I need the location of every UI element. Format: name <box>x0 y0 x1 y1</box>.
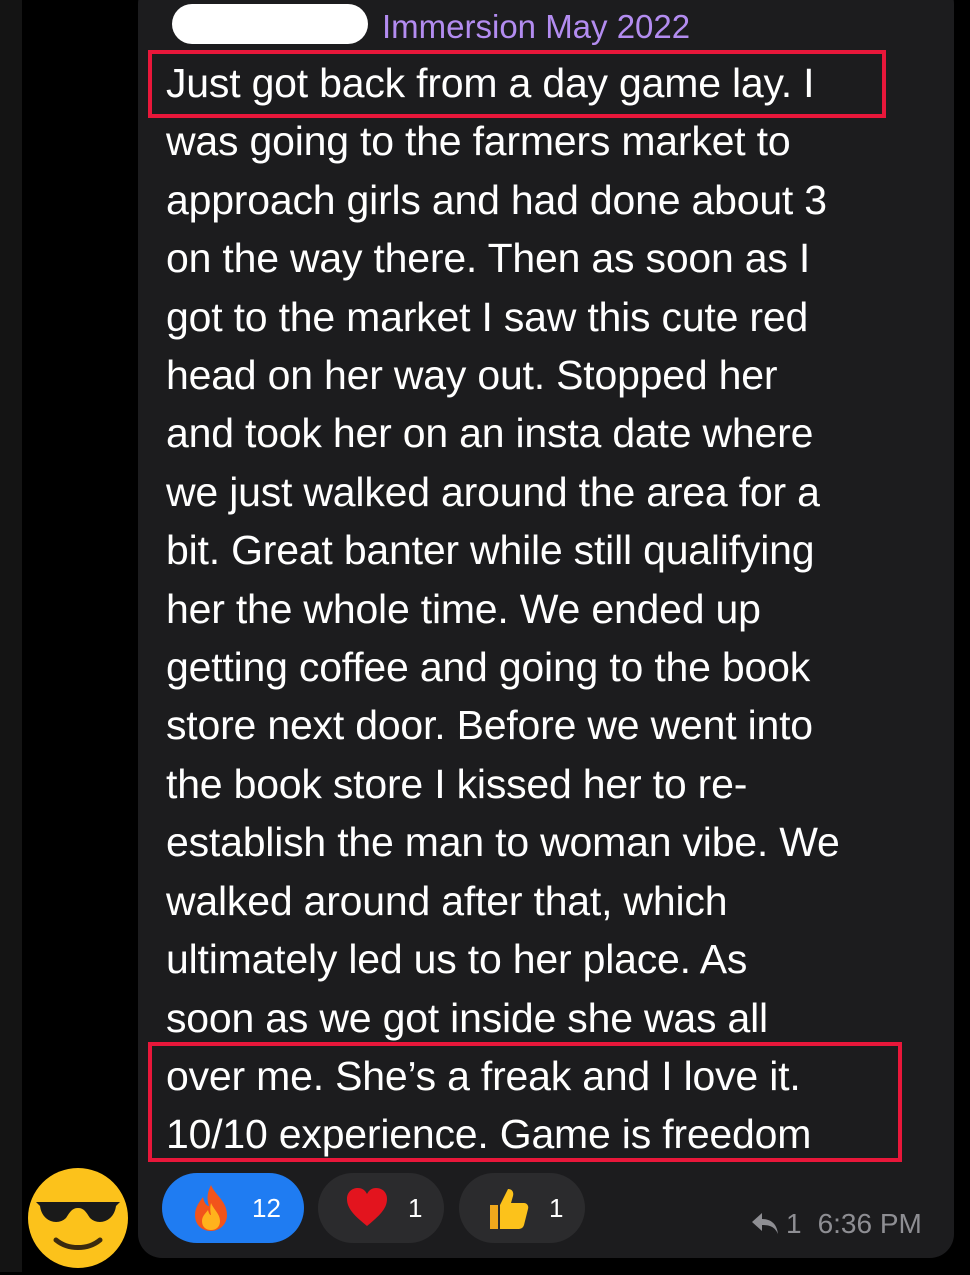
message-line: soon as we got inside she was all <box>166 994 768 1041</box>
message-line: was going to the farmers market to <box>166 118 791 165</box>
highlight-box-bottom <box>148 1042 902 1162</box>
left-gutter <box>0 0 22 1272</box>
group-name-label[interactable]: Immersion May 2022 <box>382 8 690 46</box>
fire-icon <box>186 1183 236 1233</box>
redacted-sender-name <box>172 4 368 44</box>
message-line: the book store I kissed her to re- <box>166 760 748 807</box>
heart-icon <box>342 1183 392 1233</box>
message-line: approach girls and had done about 3 <box>166 176 827 223</box>
message-text: Just got back from a day game lay. I was… <box>166 54 956 1164</box>
message-line: got to the market I saw this cute red <box>166 293 809 340</box>
reaction-count: 1 <box>408 1192 423 1223</box>
message-line: we just walked around the area for a <box>166 468 820 515</box>
message-line: ultimately led us to her place. As <box>166 936 748 983</box>
message-line: bit. Great banter while still qualifying <box>166 527 815 574</box>
message-line: store next door. Before we went into <box>166 702 813 749</box>
message-line: walked around after that, which <box>166 877 728 924</box>
reply-icon[interactable] <box>750 1211 780 1237</box>
reaction-fire[interactable]: 12 <box>162 1173 304 1243</box>
reaction-heart[interactable]: 1 <box>318 1173 444 1243</box>
thumbs-up-icon <box>483 1183 533 1233</box>
timestamp: 6:36 PM <box>817 1208 922 1239</box>
sunglasses-emoji-avatar[interactable] <box>26 1166 130 1270</box>
message-line: getting coffee and going to the book <box>166 644 811 691</box>
highlight-box-top <box>148 50 886 118</box>
reaction-count: 1 <box>549 1192 564 1223</box>
message-line: and took her on an insta date where <box>166 410 814 457</box>
message-line: establish the man to woman vibe. We <box>166 819 840 866</box>
message-meta: 1 6:36 PM <box>750 1208 922 1240</box>
reaction-count: 12 <box>252 1192 281 1223</box>
message-line: head on her way out. Stopped her <box>166 352 778 399</box>
reply-count[interactable]: 1 <box>786 1208 802 1240</box>
message-line: on the way there. Then as soon as I <box>166 235 811 282</box>
reaction-thumbs-up[interactable]: 1 <box>459 1173 585 1243</box>
message-line: her the whole time. We ended up <box>166 585 761 632</box>
